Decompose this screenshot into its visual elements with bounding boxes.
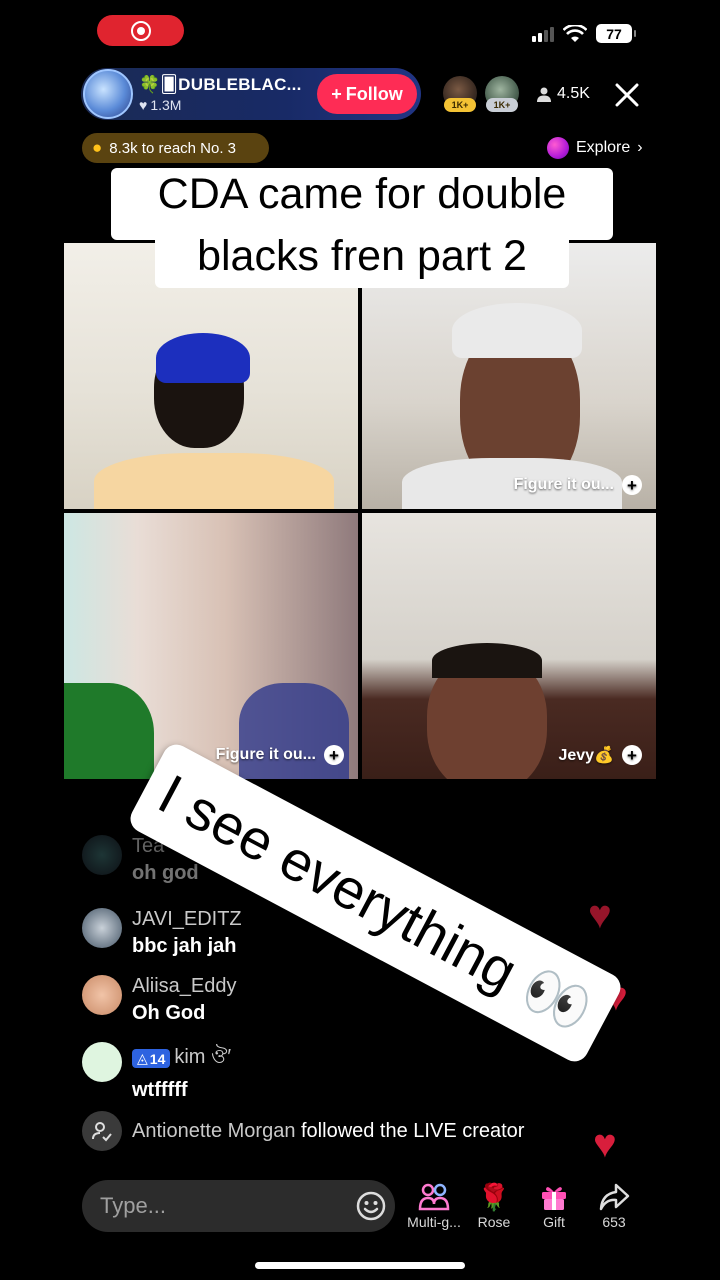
caption-line-2: blacks fren part 2 xyxy=(155,230,569,288)
flame-icon: ● xyxy=(92,138,103,157)
guest-tile-4[interactable]: Jevy💰 + xyxy=(362,513,656,779)
diamond-icon: ◬ xyxy=(137,1050,148,1066)
action-label: Multi-g... xyxy=(407,1214,461,1230)
home-indicator[interactable] xyxy=(255,1262,465,1269)
follow-event-text: followed the LIVE creator xyxy=(301,1119,525,1142)
comment-item[interactable]: JAVI_EDITZ bbc jah jah xyxy=(82,908,242,958)
status-icons: 77 xyxy=(532,24,636,43)
action-label: Gift xyxy=(543,1214,565,1230)
comment-item[interactable]: ◬ 14 kim ঔ′ wtfffff xyxy=(82,1042,231,1102)
avatar[interactable] xyxy=(82,1042,122,1082)
action-label: Rose xyxy=(477,1214,511,1230)
share-button[interactable]: 653 xyxy=(584,1180,644,1230)
multi-guest-icon xyxy=(418,1180,450,1214)
viewer-count[interactable]: 4.5K xyxy=(537,85,590,103)
user-follow-icon xyxy=(82,1111,122,1151)
share-icon xyxy=(598,1180,630,1214)
comment-input[interactable]: Type... xyxy=(82,1180,395,1232)
level-badge: ◬ 14 xyxy=(132,1049,171,1068)
follower-name[interactable]: Antionette Morgan xyxy=(132,1120,295,1142)
person-icon xyxy=(537,87,551,102)
rose-icon: 🌹 xyxy=(477,1181,511,1212)
avatar[interactable] xyxy=(82,908,122,948)
follow-event: Antionette Morgan followed the LIVE crea… xyxy=(82,1111,524,1151)
comment-text: oh god xyxy=(132,862,199,884)
battery-indicator: 77 xyxy=(596,24,636,43)
emoji-icon[interactable] xyxy=(355,1190,387,1222)
action-label: 653 xyxy=(602,1214,626,1230)
top-viewer-badge-2: 1K+ xyxy=(486,98,518,112)
screen-recording-indicator[interactable] xyxy=(97,15,184,46)
avatar[interactable] xyxy=(82,975,122,1015)
top-viewer-badge-1: 1K+ xyxy=(444,98,476,112)
add-guest-icon[interactable]: + xyxy=(622,475,642,495)
multi-guest-grid: Figure it ou... + Figure it ou... + Jevy💰 + xyxy=(64,243,656,779)
close-icon[interactable] xyxy=(612,80,642,110)
comment-text: bbc jah jah xyxy=(132,935,237,957)
comment-username[interactable]: Aliisa_Eddy xyxy=(132,975,237,998)
gift-button[interactable]: Gift xyxy=(524,1180,584,1230)
guest-name-label[interactable]: Figure it ou... + xyxy=(216,745,344,765)
host-avatar[interactable] xyxy=(83,69,133,119)
rank-progress-pill[interactable]: ● 8.3k to reach No. 3 xyxy=(82,133,269,163)
add-guest-icon[interactable]: + xyxy=(324,745,344,765)
record-icon xyxy=(130,20,151,41)
wifi-icon xyxy=(563,24,587,42)
add-guest-icon[interactable]: + xyxy=(622,745,642,765)
guest-name-label[interactable]: Figure it ou... + xyxy=(514,475,642,495)
comment-text: wtfffff xyxy=(132,1079,188,1101)
guest-name-label[interactable]: Jevy💰 + xyxy=(558,745,642,765)
plus-icon: + xyxy=(331,83,342,104)
floating-heart-icon: ♥ xyxy=(593,1122,617,1166)
avatar[interactable] xyxy=(82,835,122,875)
host-name: 🍀🂠DUBLEBLAC... xyxy=(139,75,302,94)
comment-username[interactable]: JAVI_EDITZ xyxy=(132,908,242,931)
cellular-signal-icon xyxy=(532,26,554,42)
comment-username[interactable]: ◬ 14 kim ঔ′ xyxy=(132,1042,231,1075)
host-likes: ♥ 1.3M xyxy=(139,97,182,113)
follow-button[interactable]: + Follow xyxy=(317,74,417,114)
comment-item[interactable]: Aliisa_Eddy Oh God xyxy=(82,975,237,1025)
comment-text: Oh God xyxy=(132,1002,206,1024)
guest-tile-3[interactable]: Figure it ou... + xyxy=(64,513,358,779)
gift-icon xyxy=(539,1180,569,1214)
host-info-bar[interactable]: 🍀🂠DUBLEBLAC... ♥ 1.3M + Follow xyxy=(81,68,421,120)
heart-icon: ♥ xyxy=(139,97,148,113)
floating-heart-icon: ♥ xyxy=(588,893,612,937)
explore-icon xyxy=(547,137,569,159)
explore-button[interactable]: Explore › xyxy=(547,137,643,159)
host-info[interactable]: 🍀🂠DUBLEBLAC... ♥ 1.3M xyxy=(139,75,302,113)
rose-button[interactable]: 🌹 Rose xyxy=(464,1180,524,1231)
chevron-right-icon: › xyxy=(637,139,643,156)
multi-guest-button[interactable]: Multi-g... xyxy=(404,1180,464,1230)
